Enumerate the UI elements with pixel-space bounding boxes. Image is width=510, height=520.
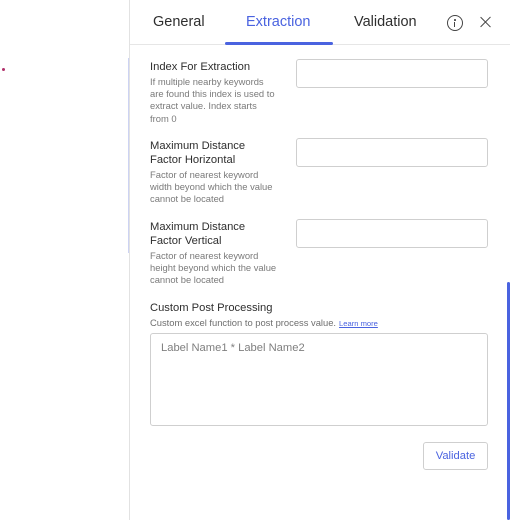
tab-extraction[interactable]: Extraction bbox=[246, 14, 310, 30]
vertical-distance-description: Factor of nearest keyword height beyond … bbox=[150, 250, 277, 286]
post-processing-description-row: Custom excel function to post process va… bbox=[150, 317, 450, 330]
post-processing-description: Custom excel function to post process va… bbox=[150, 317, 337, 328]
info-icon[interactable] bbox=[447, 15, 463, 31]
vertical-distance-input[interactable] bbox=[296, 219, 488, 248]
post-processing-placeholder: Label Name1 * Label Name2 bbox=[161, 342, 305, 354]
field-settings-panel: General Extraction Validation Index For … bbox=[129, 0, 510, 520]
tab-validation[interactable]: Validation bbox=[354, 14, 417, 30]
validate-button[interactable]: Validate bbox=[423, 442, 488, 470]
index-extraction-description: If multiple nearby keywords are found th… bbox=[150, 76, 275, 124]
horizontal-distance-label: Maximum Distance Factor Horizontal bbox=[150, 140, 246, 166]
tab-general[interactable]: General bbox=[153, 14, 205, 30]
index-extraction-input[interactable] bbox=[296, 59, 488, 88]
post-processing-label: Custom Post Processing bbox=[150, 302, 273, 314]
index-extraction-label: Index For Extraction bbox=[150, 61, 251, 73]
background-dot bbox=[2, 68, 5, 71]
learn-more-link[interactable]: Learn more bbox=[339, 319, 378, 328]
active-tab-indicator bbox=[225, 42, 333, 45]
vertical-distance-label: Maximum Distance Factor Vertical bbox=[150, 221, 246, 247]
horizontal-distance-input[interactable] bbox=[296, 138, 488, 167]
horizontal-distance-description: Factor of nearest keyword width beyond w… bbox=[150, 169, 273, 205]
close-icon[interactable] bbox=[480, 16, 492, 28]
post-processing-textarea[interactable]: Label Name1 * Label Name2 bbox=[150, 333, 488, 426]
tab-bar: General Extraction Validation bbox=[130, 0, 510, 45]
